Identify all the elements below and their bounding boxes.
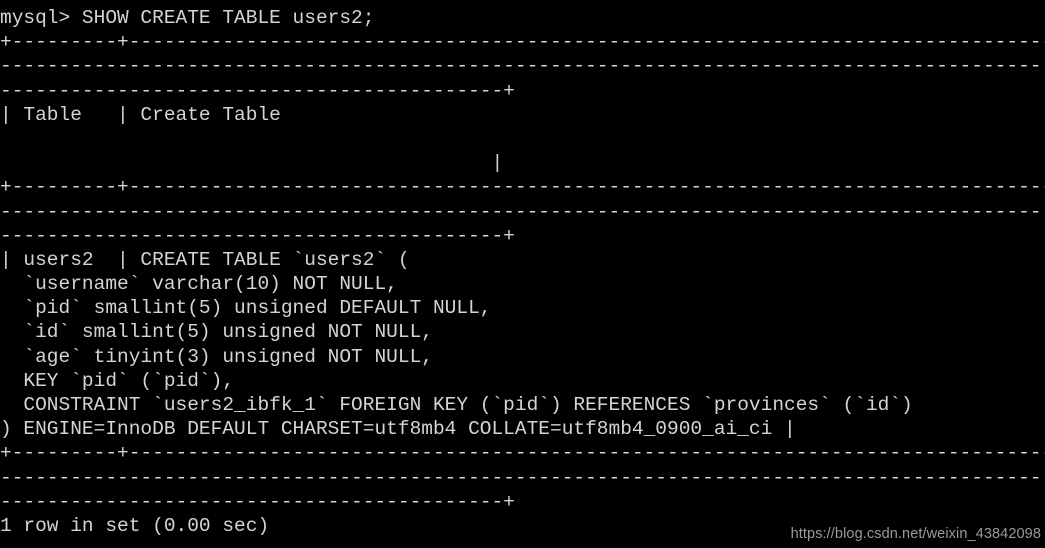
terminal-line-constraint-foreign-key: CONSTRAINT `users2_ibfk_1` FOREIGN KEY (…: [0, 394, 913, 416]
terminal-line-engine-options: ) ENGINE=InnoDB DEFAULT CHARSET=utf8mb4 …: [0, 418, 796, 441]
terminal-line-separator-mid-3: ----------------------------------------…: [0, 224, 515, 247]
terminal-line-blank-1: [0, 127, 1045, 151]
terminal-line-prompt-command: mysql> SHOW CREATE TABLE users2;: [0, 7, 375, 29]
terminal-line-column-age: `age` tinyint(3) unsigned NOT NULL,: [0, 345, 433, 368]
terminal-line-separator-bottom-1: +---------+-----------------------------…: [0, 442, 1045, 465]
watermark-blog-url: https://blog.csdn.net/weixin_43842098: [790, 526, 1041, 542]
terminal-window[interactable]: mysql> SHOW CREATE TABLE users2; +------…: [0, 0, 1045, 548]
terminal-line-column-headers: | Table | Create Table: [0, 103, 281, 126]
terminal-line-key-pid: KEY `pid` (`pid`),: [0, 369, 235, 392]
terminal-line-column-id: `id` smallint(5) unsigned NOT NULL,: [0, 321, 433, 344]
terminal-line-separator-mid-1: +---------+-----------------------------…: [0, 176, 1045, 199]
terminal-line-separator-top-1: +---------+-----------------------------…: [0, 31, 1045, 54]
terminal-line-row-create-table-header: | users2 | CREATE TABLE `users2` (: [0, 248, 410, 271]
terminal-line-separator-bottom-3: ----------------------------------------…: [0, 490, 515, 513]
terminal-line-separator-top-2: ----------------------------------------…: [0, 55, 1042, 78]
terminal-line-separator-mid-2: ----------------------------------------…: [0, 200, 1042, 223]
terminal-line-header-row-end-pipe: |: [0, 152, 504, 175]
terminal-line-column-username: `username` varchar(10) NOT NULL,: [0, 273, 398, 296]
terminal-line-column-pid: `pid` smallint(5) unsigned DEFAULT NULL,: [0, 297, 492, 320]
terminal-line-separator-bottom-2: ----------------------------------------…: [0, 466, 1042, 489]
terminal-line-separator-top-3: ----------------------------------------…: [0, 79, 515, 102]
